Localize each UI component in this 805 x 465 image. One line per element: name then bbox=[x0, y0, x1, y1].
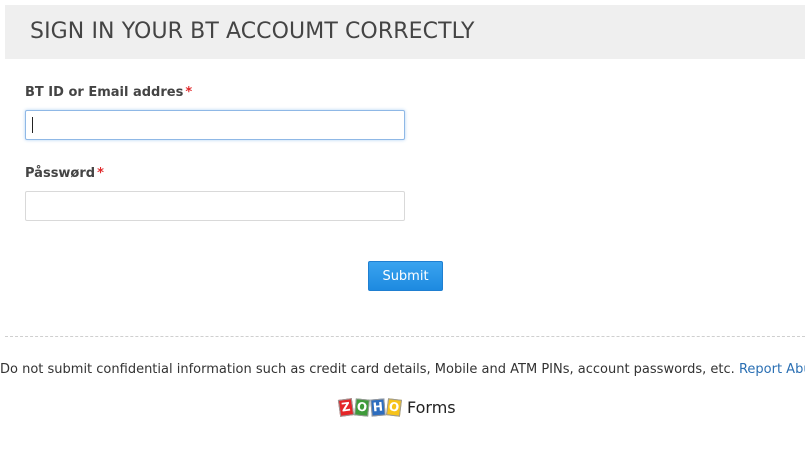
form-header: SIGN IN YOUR BT ACCOUMT CORRECTLY bbox=[5, 5, 805, 59]
password-label: Påsswørd * bbox=[25, 166, 104, 181]
footer-notice: Do not submit confidential information s… bbox=[0, 362, 805, 377]
logo-letter: H bbox=[370, 397, 386, 417]
email-label-text: BT ID or Email addres bbox=[25, 85, 184, 100]
notice-text: Do not submit confidential information s… bbox=[0, 362, 735, 377]
divider bbox=[5, 336, 805, 337]
required-marker: * bbox=[97, 166, 104, 181]
password-label-text: Påsswørd bbox=[25, 166, 96, 181]
required-marker: * bbox=[185, 85, 193, 100]
submit-button[interactable]: Submit bbox=[368, 261, 443, 291]
email-label: BT ID or Email addres * bbox=[25, 85, 192, 100]
text-caret bbox=[32, 117, 33, 133]
logo-letter: O bbox=[386, 397, 402, 417]
page: SIGN IN YOUR BT ACCOUMT CORRECTLY BT ID … bbox=[0, 0, 805, 465]
email-field[interactable] bbox=[25, 110, 405, 140]
password-field[interactable] bbox=[25, 191, 405, 221]
logo-forms-word: Forms bbox=[407, 397, 456, 417]
page-title: SIGN IN YOUR BT ACCOUMT CORRECTLY bbox=[30, 19, 475, 44]
zoho-logo-icon: Z O H O bbox=[337, 397, 403, 417]
logo-letter: O bbox=[354, 397, 370, 417]
logo-letter: Z bbox=[337, 397, 355, 417]
zoho-forms-logo[interactable]: Z O H O Forms bbox=[337, 395, 456, 419]
report-abuse-link[interactable]: Report Abuse bbox=[739, 362, 805, 377]
